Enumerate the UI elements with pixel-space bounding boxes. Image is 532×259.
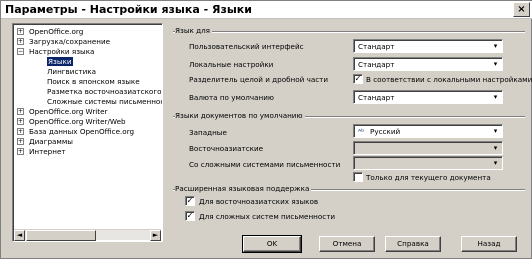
locale-select[interactable]: Стандарт ▾ — [353, 57, 503, 71]
asian-support-label: Для восточноазиатских языков — [199, 197, 319, 206]
tree-item[interactable]: Лингвистика — [13, 67, 162, 76]
group-title-language-of: Язык для — [175, 26, 213, 35]
tree-item-label: Поиск в японском языке — [47, 77, 140, 86]
expand-icon[interactable]: + — [17, 38, 24, 45]
tree-item-label: Сложные системы письменности — [47, 97, 163, 106]
scrollbar-thumb[interactable] — [26, 230, 96, 241]
tree-item[interactable]: + Загрузка/сохранение — [13, 37, 162, 46]
expand-icon[interactable]: + — [17, 28, 24, 35]
window-title: Параметры - Настройки языка - Языки — [5, 3, 252, 16]
decimal-separator-checkbox[interactable]: ✓ — [353, 74, 363, 84]
tree-item[interactable]: Языки — [13, 57, 162, 66]
ui-language-select[interactable]: Стандарт ▾ — [353, 39, 503, 53]
tree-item[interactable]: Разметка восточноазиатского текста — [13, 87, 162, 96]
asian-language-select[interactable]: ▾ — [353, 141, 503, 155]
close-icon: × — [517, 4, 526, 15]
spellcheck-icon: ᴬᵇ — [358, 127, 365, 136]
tree-item-label: Диаграммы — [29, 137, 73, 146]
tree-item[interactable]: + База данных OpenOffice.org — [13, 127, 162, 136]
ui-language-value: Стандарт — [358, 42, 395, 51]
tree-item[interactable]: + Интернет — [13, 147, 162, 156]
western-language-select[interactable]: ᴬᵇ Русский ▾ — [353, 124, 503, 138]
title-bar: Параметры - Настройки языка - Языки × — [1, 1, 532, 19]
options-dialog: Параметры - Настройки языка - Языки × + O… — [0, 0, 532, 259]
expand-icon[interactable]: + — [17, 148, 24, 155]
tree-item-label: Разметка восточноазиатского текста — [47, 87, 162, 96]
chevron-down-icon: ▾ — [493, 60, 498, 68]
tree-item-label: Настройки языка — [29, 47, 95, 56]
tree-item[interactable]: + OpenOffice.org Writer — [13, 107, 162, 116]
currency-value: Стандарт — [358, 93, 395, 102]
tree-item[interactable]: Поиск в японском языке — [13, 77, 162, 86]
ctl-support-checkbox[interactable]: ✓ — [185, 211, 195, 221]
tree-item-label: Интернет — [29, 147, 66, 156]
scroll-left-icon[interactable]: ◄ — [14, 230, 25, 241]
tree-item-label: OpenOffice.org Writer/Web — [29, 117, 126, 126]
back-button[interactable]: Назад — [461, 236, 517, 252]
western-label: Западные — [189, 128, 227, 137]
ok-button[interactable]: OK — [242, 235, 302, 253]
ui-language-label: Пользовательский интерфейс — [189, 42, 304, 51]
help-button[interactable]: Справка — [385, 236, 441, 252]
group-title-enhanced: Расширенная языковая поддержка — [175, 184, 312, 193]
asian-label: Восточноазиатские — [189, 144, 264, 153]
expand-icon[interactable]: + — [17, 108, 24, 115]
asian-support-checkbox[interactable]: ✓ — [185, 196, 195, 206]
decimal-separator-value: В соответствии с локальными настройками — [366, 75, 532, 84]
chevron-down-icon: ▾ — [493, 144, 498, 152]
decimal-separator-label: Разделитель целой и дробной части — [189, 75, 329, 84]
locale-label: Локальные настройки — [189, 60, 274, 69]
check-icon: ✓ — [186, 211, 194, 220]
tree-horizontal-scrollbar[interactable]: ◄ ► — [14, 229, 161, 241]
check-icon: ✓ — [354, 74, 362, 83]
ctl-language-select[interactable]: ▾ — [353, 156, 503, 170]
current-document-checkbox[interactable] — [353, 172, 363, 182]
scroll-right-icon[interactable]: ► — [150, 230, 161, 241]
currency-label: Валюта по умолчанию — [189, 93, 274, 102]
check-icon: ✓ — [186, 196, 194, 205]
chevron-down-icon: ▾ — [493, 159, 498, 167]
ctl-support-label: Для сложных систем письменности — [199, 212, 336, 221]
tree-item[interactable]: − Настройки языка — [13, 47, 162, 56]
ctl-label: Со сложными системами письменности — [189, 160, 341, 169]
tree-item-label: Языки — [47, 57, 73, 66]
group-title-default-languages: Языки документов по умолчанию — [175, 111, 305, 120]
chevron-down-icon: ▾ — [493, 42, 498, 50]
currency-select[interactable]: Стандарт ▾ — [353, 90, 503, 104]
expand-icon[interactable]: + — [17, 128, 24, 135]
tree-item-label: OpenOffice.org Writer — [29, 107, 108, 116]
tree-item[interactable]: Сложные системы письменности — [13, 97, 162, 106]
tree-item[interactable]: + OpenOffice.org — [13, 27, 162, 36]
options-tree[interactable]: + OpenOffice.org + Загрузка/сохранение − Наст… — [12, 23, 163, 242]
tree-item[interactable]: + OpenOffice.org Writer/Web — [13, 117, 162, 126]
chevron-down-icon: ▾ — [493, 93, 498, 101]
tree-item-label: База данных OpenOffice.org — [29, 127, 135, 136]
expand-icon[interactable]: + — [17, 138, 24, 145]
expand-icon[interactable]: + — [17, 118, 24, 125]
current-document-label: Только для текущего документа — [366, 173, 491, 182]
cancel-button[interactable]: Отмена — [319, 236, 375, 252]
group-divider — [173, 31, 525, 33]
chevron-down-icon: ▾ — [493, 127, 498, 135]
tree-item[interactable]: + Диаграммы — [13, 137, 162, 146]
close-button[interactable]: × — [513, 2, 530, 17]
tree-item-label: OpenOffice.org — [29, 27, 84, 36]
locale-value: Стандарт — [358, 60, 395, 69]
tree-item-label: Лингвистика — [47, 67, 97, 76]
tree-item-label: Загрузка/сохранение — [29, 37, 111, 46]
western-language-value: Русский — [370, 127, 401, 136]
collapse-icon[interactable]: − — [17, 48, 24, 55]
